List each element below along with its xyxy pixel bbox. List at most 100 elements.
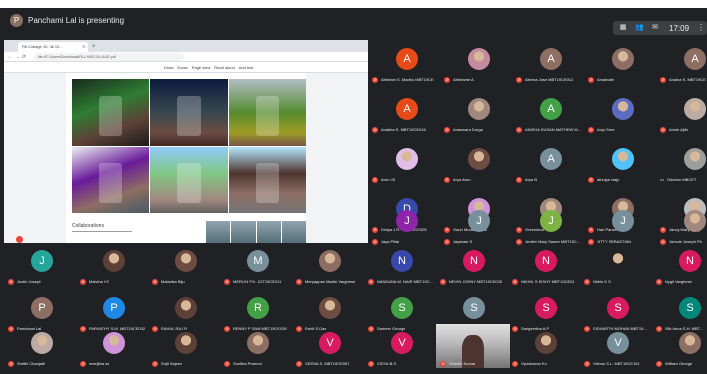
participant-tile[interactable]: ⊘ Anju Sree	[588, 94, 658, 134]
pdf-tool-button[interactable]: Draw	[164, 62, 173, 73]
kiosk-photo	[72, 79, 150, 146]
participant-tile[interactable]: ⊘ Meryappan Martin Varghese	[296, 246, 364, 286]
kiosk-photo	[228, 146, 306, 213]
participant-tile[interactable]: S ⊘ Silk Anna S.H. MBT...	[656, 293, 707, 333]
kiosk-photo	[72, 146, 150, 213]
participant-tile[interactable]: ⊘ Arya Arun	[444, 144, 514, 184]
participant-tile[interactable]: S ⊘ Sangeertha A.P	[512, 293, 580, 333]
participant-tile[interactable]: A ⊘ Abhiram S. Madhu MBT19CE	[372, 44, 442, 84]
participant-tile[interactable]: ⊘ Smithi Chanjath	[8, 328, 76, 368]
pdf-tool-button[interactable]: Read aloud	[214, 62, 234, 73]
participant-tile[interactable]: A ⊘ Anaina S. MBT19CE	[660, 44, 707, 84]
participant-tile[interactable]: ⊘ sreejitha ss	[80, 328, 148, 368]
mic-muted-icon: ⊘	[152, 278, 158, 285]
participant-tile[interactable]: A ⊘ Arya B	[516, 144, 586, 184]
participant-tile[interactable]: J ⊘ Jenifer Mary Samer MBT19C...	[516, 206, 586, 246]
nav-buttons-icon[interactable]: ←→⟳	[8, 52, 28, 62]
mic-muted-icon: ⊘	[516, 176, 522, 183]
participant-tile[interactable]: ⊘ Amalnath	[588, 44, 658, 84]
participant-tile[interactable]: ⊘ athulya viaju	[588, 144, 658, 184]
participant-tile[interactable]: P ⊘ Panchami Lal	[8, 293, 76, 333]
participant-name-row: ⊘ ANISHA SUSAN MATHEW M...	[516, 125, 586, 134]
participant-tile[interactable]: ⊘ Annie Ajith	[660, 94, 707, 134]
pdf-tool-button[interactable]: Erase	[177, 62, 187, 73]
kiosk-photo	[228, 79, 306, 146]
participant-tile[interactable]: N ⊘ NIKHIL S KISHY MBT19CE01	[512, 246, 580, 286]
participant-name: Justin Joseph	[17, 279, 42, 284]
participant-tile[interactable]: ⊘ Malvina VC	[80, 246, 148, 286]
participant-tile[interactable]: ⊘ Srijit Sajeev	[152, 328, 220, 368]
participant-tile[interactable]: J ⊘ Jaya Pillai	[372, 206, 442, 246]
participant-avatar: P	[103, 297, 125, 319]
participant-avatar	[175, 332, 197, 354]
participant-tile[interactable]: ⊘ Malavika Biju	[152, 246, 220, 286]
participant-tile[interactable]: ⊘ Vineeth Kumar	[436, 324, 510, 368]
participant-tile[interactable]: J ⊘ Justin Joseph	[8, 246, 76, 286]
participant-name: Director MBCET	[667, 177, 697, 182]
participant-tile[interactable]: ⊘ Anaswara Durga	[444, 94, 514, 134]
mic-muted-icon: ⊘	[440, 278, 446, 285]
participant-avatar: P	[31, 297, 53, 319]
participant-tile[interactable]: A ⊘ ANISHA SUSAN MATHEW M...	[516, 94, 586, 134]
participant-tile[interactable]: ⊘ Rohit S Das	[296, 293, 364, 333]
participant-name: Annie Ajith	[669, 127, 688, 132]
pdf-tool-button[interactable]: Add text	[239, 62, 254, 73]
participant-avatar	[612, 148, 634, 170]
participant-tile[interactable]: ⊘ RAHUL RAJ R	[152, 293, 220, 333]
participant-tile[interactable]: S ⊘ Sameer George	[368, 293, 436, 333]
mic-muted-icon: ⊘	[516, 126, 522, 133]
participant-name: Vishnu S.L. MBT19CE101	[593, 361, 640, 366]
people-icon[interactable]: 👥	[635, 24, 644, 32]
participant-tile[interactable]: V ⊘ VIDYA B.S	[368, 328, 436, 368]
collab-thumbnail	[206, 221, 231, 243]
participant-name: Abhirame A	[453, 77, 474, 82]
participant-tile[interactable]: J ⊘ JITTY SEBASTIAN	[588, 206, 658, 246]
chat-icon[interactable]: ✉	[651, 24, 659, 32]
collab-thumbnail	[256, 221, 281, 243]
new-tab-icon[interactable]: +	[92, 42, 96, 52]
participant-tile[interactable]: ⊘ Jomole Joseph Ph	[660, 206, 707, 246]
participant-name-row: ⊘ Vishnu S.L. MBT19CE101	[584, 359, 652, 368]
browser-tab[interactable]: Fill Collage 10. 4k 10...	[18, 42, 88, 52]
mic-muted-icon: ⊘	[372, 238, 378, 245]
more-options-icon[interactable]: ⋮	[697, 24, 705, 32]
participant-name: Abhiram S. Madhu MBT19CE	[381, 77, 434, 82]
layout-icon[interactable]: ▦	[619, 24, 627, 32]
participant-tile[interactable]: ⊘ Arun JS	[372, 144, 442, 184]
collab-thumbnail	[231, 221, 256, 243]
participant-tile[interactable]: ⊘ Sunitha Pramod	[224, 328, 292, 368]
participant-tile[interactable]: N ⊘ NANDANA M. NAIR MBT19C...	[368, 246, 436, 286]
collab-thumbnails	[206, 221, 306, 243]
participant-name-row: ⊘ JITTY SEBASTIAN	[588, 237, 658, 246]
participant-name-row: ⊘ Nithin K S	[584, 277, 652, 286]
participant-tile[interactable]: A ⊘ Anakha S. MBT19CE016	[372, 94, 442, 134]
participant-tile[interactable]: ⊘ William George	[656, 328, 707, 368]
participant-tile[interactable]: V ⊘ Vishnu S.L. MBT19CE101	[584, 328, 652, 368]
participant-tile[interactable]: S ⊘ SIDHARTH MOHAN MBT19...	[584, 293, 652, 333]
participant-tile[interactable]: ⊘ Nithin K S	[584, 246, 652, 286]
participant-tile[interactable]: V ⊘ VEENA S. MBT19CE057	[296, 328, 364, 368]
tab-close-icon[interactable]: ✕	[82, 42, 85, 52]
participant-tile[interactable]: N ⊘ NEVIN JOHNY MBT19CE026	[440, 246, 508, 286]
participant-tile[interactable]: R ⊘ RENNY P SAM MBT19CE039	[224, 293, 292, 333]
url-field[interactable]: file:///C:/Users/Downloads/FILL%20COLLAG…	[34, 53, 184, 61]
participant-tile[interactable]: N ⊘ Nygil Varghese	[656, 246, 707, 286]
mic-muted-icon: ⊘	[588, 76, 594, 83]
participant-tile[interactable]: A ⊘ Aleena Jose MBT19CE012	[516, 44, 586, 84]
mic-muted-icon: ⊘	[588, 126, 594, 133]
mic-muted-icon: ⊘	[80, 360, 86, 367]
participant-avatar	[679, 332, 701, 354]
participant-tile[interactable]: ••• Director MBCET	[660, 144, 707, 184]
participant-avatar	[535, 332, 557, 354]
participant-tile[interactable]: ⊘ Abhirame A	[444, 44, 514, 84]
pdf-tool-button[interactable]: Page view	[192, 62, 210, 73]
participant-tile[interactable]: M ⊘ MERLIN P.K. JOT19CE011	[224, 246, 292, 286]
mic-muted-icon: ⊘	[444, 176, 450, 183]
participant-name: JITTY SEBASTIAN	[597, 239, 632, 244]
participant-name-row: ⊘ Amalnath	[588, 75, 658, 84]
participant-tile[interactable]: ⊘ Vipinkumar Kc	[512, 328, 580, 368]
participant-avatar: S	[679, 297, 701, 319]
participant-name: ANISHA SUSAN MATHEW M...	[525, 127, 581, 132]
participant-tile[interactable]: J ⊘ Jayaram S	[444, 206, 514, 246]
participant-tile[interactable]: P ⊘ PARVATHY S.M. MBT19CE032	[80, 293, 148, 333]
